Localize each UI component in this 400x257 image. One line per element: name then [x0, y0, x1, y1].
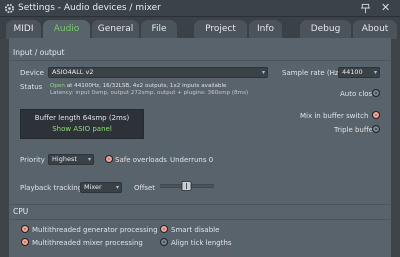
gear-icon — [4, 3, 15, 14]
triple-buffer-toggle[interactable] — [372, 125, 380, 133]
buffer-length-text: Buffer length 64smp (2ms) — [34, 114, 130, 122]
tab-file[interactable]: File — [141, 20, 177, 39]
mix-in-buffer-switch-toggle[interactable] — [372, 111, 380, 119]
section-title-input-output: Input / output — [13, 48, 65, 57]
align-tick-lengths-label: Align tick lengths — [171, 239, 232, 247]
device-label: Device — [20, 69, 44, 77]
tab-debug[interactable]: Debug — [300, 20, 351, 39]
tab-project[interactable]: Project — [194, 20, 247, 39]
align-tick-lengths-toggle[interactable] — [160, 238, 168, 246]
multithreaded-mixer-toggle[interactable] — [21, 238, 29, 246]
multithreaded-mixer-label: Multithreaded mixer processing — [32, 239, 143, 247]
tab-general[interactable]: General — [92, 20, 139, 39]
chevron-down-icon: ▾ — [87, 156, 91, 163]
chevron-down-icon: ▾ — [115, 184, 119, 191]
safe-overloads-toggle[interactable] — [105, 155, 113, 163]
status-label: Status — [20, 83, 43, 91]
status-line-1: Open at 44100Hz, 16/32LSB, 4x2 outputs, … — [50, 83, 226, 89]
sample-rate-value: 44100 — [342, 68, 363, 76]
section-divider — [9, 204, 391, 205]
smart-disable-toggle[interactable] — [160, 225, 168, 233]
playback-tracking-label: Playback tracking — [20, 184, 83, 192]
window-title: Settings - Audio devices / mixer — [18, 3, 161, 13]
tab-audio[interactable]: Audio — [43, 20, 90, 39]
tab-info[interactable]: Info — [249, 20, 282, 39]
priority-value: Highest — [52, 155, 77, 163]
safe-overloads-label: Safe overloads — [115, 156, 167, 164]
status-line-2: Latency: input 0smp, output 272smp, outp… — [50, 90, 249, 96]
device-select[interactable]: ASIO4ALL v2 ▾ — [48, 67, 268, 78]
triple-buffer-label: Triple buffer — [334, 126, 376, 134]
mix-in-buffer-switch-label: Mix in buffer switch — [300, 112, 369, 120]
buffer-panel[interactable]: Buffer length 64smp (2ms) Show ASIO pane… — [20, 109, 144, 139]
show-asio-panel-link[interactable]: Show ASIO panel — [21, 125, 143, 133]
status-open-text: Open — [50, 83, 65, 89]
status-details-text: at 44100Hz, 16/32LSB, 4x2 outputs, 1x2 i… — [66, 83, 227, 89]
auto-close-label: Auto close — [340, 90, 377, 98]
device-value: ASIO4ALL v2 — [52, 68, 94, 76]
close-icon[interactable]: ✕ — [381, 2, 390, 14]
sample-rate-select[interactable]: 44100 ▾ — [338, 67, 380, 78]
tab-midi[interactable]: MIDI — [6, 20, 41, 39]
pin-icon[interactable] — [360, 3, 371, 14]
section-divider — [9, 219, 391, 220]
priority-select[interactable]: Highest ▾ — [48, 154, 94, 165]
title-bar: Settings - Audio devices / mixer ✕ — [0, 0, 400, 17]
auto-close-toggle[interactable] — [372, 89, 380, 97]
underruns-label: Underruns 0 — [170, 156, 214, 164]
chevron-down-icon: ▾ — [373, 69, 377, 76]
multithreaded-generator-label: Multithreaded generator processing — [32, 226, 158, 234]
offset-slider[interactable] — [158, 181, 216, 191]
smart-disable-label: Smart disable — [171, 226, 220, 234]
section-divider — [9, 60, 391, 61]
tab-bar: MIDI Audio General File Project Info Deb… — [0, 17, 400, 39]
section-title-cpu: CPU — [13, 207, 29, 216]
sample-rate-label: Sample rate (Hz) — [282, 69, 342, 77]
playback-tracking-value: Mixer — [84, 183, 102, 191]
chevron-down-icon: ▾ — [261, 69, 265, 76]
multithreaded-generator-toggle[interactable] — [21, 225, 29, 233]
offset-label: Offset — [134, 184, 156, 192]
tab-about[interactable]: About — [353, 20, 397, 39]
playback-tracking-select[interactable]: Mixer ▾ — [80, 182, 122, 193]
priority-label: Priority — [20, 156, 45, 164]
